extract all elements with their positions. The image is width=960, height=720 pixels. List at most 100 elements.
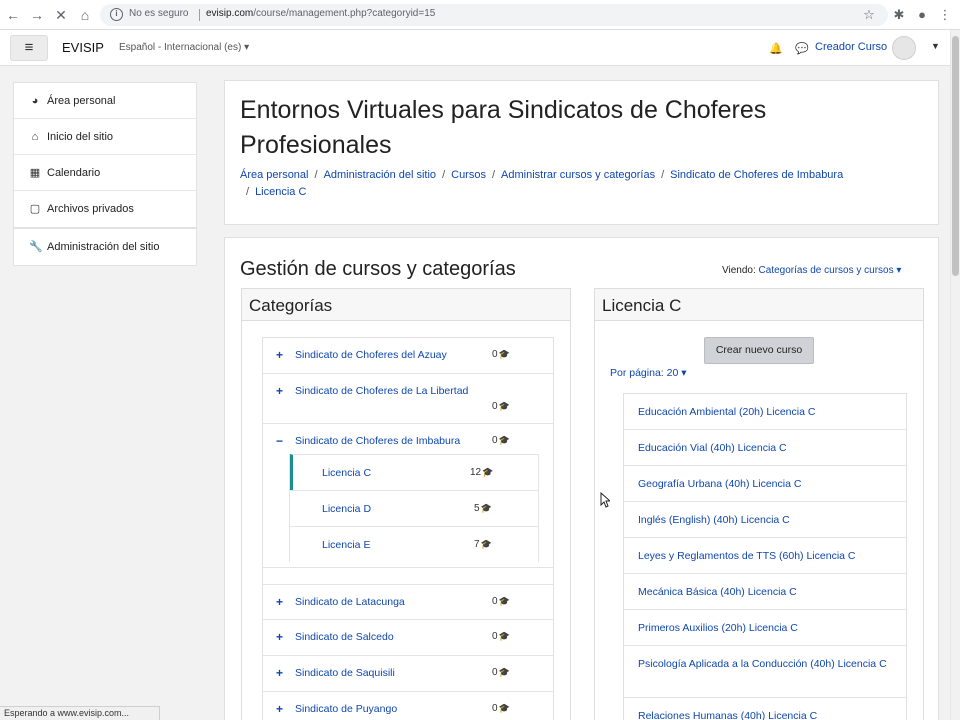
nav-drawer: ◕ Área personal ⌂ Inicio del sitio ▦ Cal…	[0, 66, 212, 720]
course-link[interactable]: Leyes y Reglamentos de TTS (60h) Licenci…	[638, 550, 856, 562]
profile-icon[interactable]: ●	[914, 6, 930, 24]
breadcrumb-item[interactable]: Área personal	[240, 169, 309, 181]
course-link[interactable]: Psicología Aplicada a la Conducción (40h…	[638, 658, 887, 670]
course-row[interactable]: Educación Vial (40h) Licencia C	[624, 430, 906, 466]
expand-plus-icon[interactable]: +	[276, 596, 283, 608]
course-row[interactable]: Educación Ambiental (20h) Licencia C	[624, 394, 906, 430]
category-row[interactable]: + Sindicato de Choferes del Azuay 0🎓	[263, 338, 553, 374]
category-name[interactable]: Sindicato de Latacunga	[295, 596, 405, 608]
kebab-menu-icon[interactable]: ⋮	[937, 6, 953, 24]
drawer-item-site-home[interactable]: ⌂ Inicio del sitio	[14, 119, 196, 155]
category-name[interactable]: Sindicato de Saquisili	[295, 667, 395, 679]
categories-panel-title: Categorías	[242, 289, 570, 321]
breadcrumb-item[interactable]: Administración del sitio	[324, 169, 437, 181]
home-icon[interactable]: ⌂	[76, 6, 94, 24]
category-row-expanded[interactable]: − Sindicato de Choferes de Imbabura 0🎓 L…	[263, 424, 553, 568]
site-brand[interactable]: EVISIP	[62, 40, 104, 55]
drawer-item-site-admin[interactable]: 🔧 Administración del sitio	[14, 229, 196, 265]
drawer-admin-group: 🔧 Administración del sitio	[13, 228, 197, 266]
expand-plus-icon[interactable]: +	[276, 667, 283, 679]
collapse-minus-icon[interactable]: −	[276, 435, 283, 447]
expand-plus-icon[interactable]: +	[276, 385, 283, 397]
user-menu-name[interactable]: Creador Curso	[815, 41, 887, 53]
category-name[interactable]: Sindicato de Salcedo	[295, 631, 394, 643]
drawer-item-label: Área personal	[47, 95, 116, 107]
category-row[interactable]: + Sindicato de Saquisili 0🎓	[263, 656, 553, 692]
page-scrollbar[interactable]	[950, 30, 960, 720]
subcategory-row[interactable]: Licencia D 5🎓	[290, 490, 538, 526]
course-link[interactable]: Relaciones Humanas (40h) Licencia C	[638, 710, 817, 720]
category-course-count: 0🎓	[492, 401, 510, 412]
category-course-count: 0🎓	[492, 667, 510, 678]
drawer-item-dashboard[interactable]: ◕ Área personal	[14, 83, 196, 119]
info-icon[interactable]: i	[110, 8, 123, 21]
course-row[interactable]: Leyes y Reglamentos de TTS (60h) Licenci…	[624, 538, 906, 574]
scrollbar-thumb[interactable]	[952, 36, 959, 276]
course-row[interactable]: Geografía Urbana (40h) Licencia C	[624, 466, 906, 502]
course-link[interactable]: Geografía Urbana (40h) Licencia C	[638, 478, 801, 490]
calendar-icon: ▦	[29, 167, 41, 179]
viewing-selector: Viendo: Categorías de cursos y cursos ▾	[722, 265, 901, 276]
browser-status-bar: Esperando a www.evisip.com...	[0, 706, 160, 720]
subcategory-row[interactable]: Licencia E 7🎓	[290, 526, 538, 562]
course-row[interactable]: Mecánica Básica (40h) Licencia C	[624, 574, 906, 610]
category-name[interactable]: Sindicato de Puyango	[295, 703, 397, 715]
course-row[interactable]: Psicología Aplicada a la Conducción (40h…	[624, 646, 906, 698]
viewing-dropdown[interactable]: Categorías de cursos y cursos ▾	[759, 265, 902, 276]
caret-down-icon: ▾	[244, 42, 250, 53]
expand-plus-icon[interactable]: +	[276, 349, 283, 361]
language-menu[interactable]: Español - Internacional (es) ▾	[119, 42, 249, 53]
url-text[interactable]: evisip.com/course/management.php?categor…	[206, 8, 435, 19]
breadcrumb-item[interactable]: Sindicato de Choferes de Imbabura	[670, 169, 843, 181]
per-page-dropdown[interactable]: Por página: 20 ▾	[610, 367, 687, 379]
create-course-button[interactable]: Crear nuevo curso	[704, 337, 814, 364]
course-row[interactable]: Relaciones Humanas (40h) Licencia C	[624, 698, 906, 720]
drawer-toggle-button[interactable]: ≡	[10, 35, 48, 61]
page-header-card: Entornos Virtuales para Sindicatos de Ch…	[224, 80, 939, 225]
category-name[interactable]: Sindicato de Choferes de La Libertad	[295, 385, 468, 397]
category-row[interactable]: + Sindicato de Latacunga 0🎓	[263, 584, 553, 620]
course-link[interactable]: Primeros Auxilios (20h) Licencia C	[638, 622, 798, 634]
site-navbar: ≡ EVISIP Español - Internacional (es) ▾ …	[0, 30, 950, 66]
expand-plus-icon[interactable]: +	[276, 631, 283, 643]
breadcrumb-item[interactable]: Administrar cursos y categorías	[501, 169, 655, 181]
courses-panel: Licencia C Crear nuevo curso Por página:…	[594, 288, 924, 720]
per-page-label: Por página: 20	[610, 367, 679, 379]
breadcrumb-item[interactable]: Licencia C	[255, 186, 306, 198]
drawer-item-private-files[interactable]: ▢ Archivos privados	[14, 191, 196, 227]
drawer-item-calendar[interactable]: ▦ Calendario	[14, 155, 196, 191]
subcategory-name[interactable]: Licencia C	[322, 467, 371, 479]
star-icon[interactable]: ☆	[861, 6, 877, 24]
management-card: Gestión de cursos y categorías Viendo: C…	[224, 237, 939, 720]
course-row[interactable]: Primeros Auxilios (20h) Licencia C	[624, 610, 906, 646]
course-link[interactable]: Educación Vial (40h) Licencia C	[638, 442, 787, 454]
forward-arrow-icon[interactable]: →	[28, 6, 46, 24]
back-arrow-icon[interactable]: ←	[4, 6, 22, 24]
category-row[interactable]: + Sindicato de Puyango 0🎓	[263, 692, 553, 720]
chat-bubble-icon[interactable]: 💬	[795, 42, 809, 55]
course-link[interactable]: Inglés (English) (40h) Licencia C	[638, 514, 790, 526]
graduation-cap-icon: 🎓	[498, 596, 510, 606]
avatar[interactable]	[892, 36, 916, 60]
subcategory-name[interactable]: Licencia E	[322, 539, 370, 551]
breadcrumb-item[interactable]: Cursos	[451, 169, 486, 181]
user-menu-caret-icon[interactable]: ▼	[931, 41, 940, 51]
stop-loading-icon[interactable]: ✕	[52, 6, 70, 24]
expand-plus-icon[interactable]: +	[276, 703, 283, 715]
course-link[interactable]: Educación Ambiental (20h) Licencia C	[638, 406, 815, 418]
not-secure-label: No es seguro	[129, 8, 189, 19]
category-row[interactable]: + Sindicato de Salcedo 0🎓	[263, 620, 553, 656]
category-row[interactable]: + Sindicato de Choferes de La Libertad 0…	[263, 374, 553, 424]
category-name[interactable]: Sindicato de Choferes del Azuay	[295, 349, 447, 361]
graduation-cap-icon: 🎓	[482, 467, 494, 477]
course-row[interactable]: Inglés (English) (40h) Licencia C	[624, 502, 906, 538]
subcategory-row-active[interactable]: Licencia C 12🎓	[290, 454, 538, 490]
bell-icon[interactable]: 🔔	[769, 42, 783, 55]
subcategory-list: Licencia C 12🎓 Licencia D 5🎓 Licencia E …	[289, 454, 539, 562]
subcategory-name[interactable]: Licencia D	[322, 503, 371, 515]
address-bar[interactable]: i No es seguro evisip.com/course/managem…	[100, 4, 888, 26]
category-name[interactable]: Sindicato de Choferes de Imbabura	[295, 435, 460, 447]
extensions-puzzle-icon[interactable]: ✱	[891, 6, 907, 24]
course-link[interactable]: Mecánica Básica (40h) Licencia C	[638, 586, 797, 598]
file-icon: ▢	[29, 203, 41, 215]
